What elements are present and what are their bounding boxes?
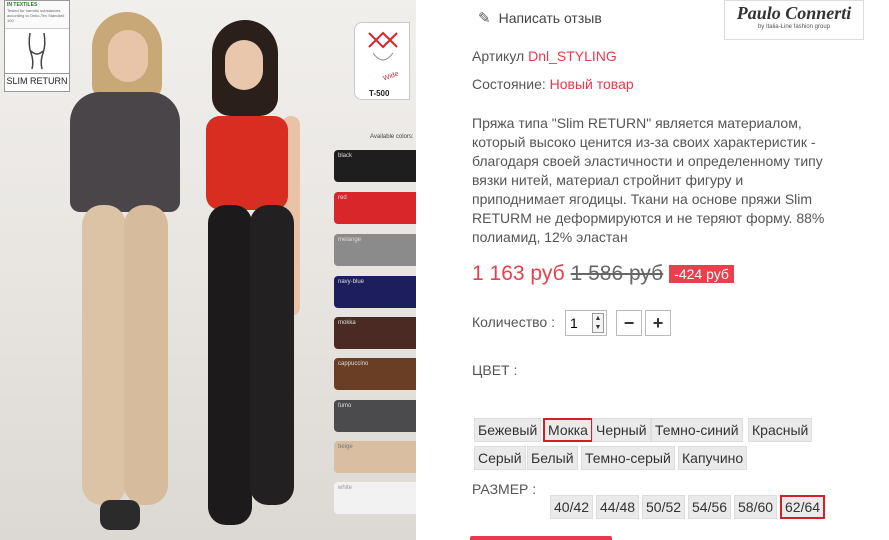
color-option[interactable]: Темно-серый xyxy=(581,446,675,470)
model-blonde-leg xyxy=(82,205,126,505)
swatch-black: black xyxy=(334,150,416,182)
model-blonde-shoe xyxy=(100,500,140,530)
swatch-mokka: mokka xyxy=(334,317,416,349)
brand-tagline: by Italia-Line fashion group xyxy=(757,24,831,30)
color-option[interactable]: Черный xyxy=(592,418,651,442)
condition-row: Состояние: Новый товар xyxy=(472,76,634,92)
price-current: 1 163 руб xyxy=(472,262,565,285)
certificate-block: IN TEXTILES Tested for harmful substance… xyxy=(5,1,69,29)
add-to-cart-button[interactable] xyxy=(470,536,612,540)
swatch-cappuccino: cappuccino xyxy=(334,358,416,390)
article-label: Артикул xyxy=(472,48,525,64)
pencil-icon: ✎ xyxy=(478,10,491,27)
product-description: Пряжа типа "Slim RETURN" является матери… xyxy=(472,115,825,245)
quantity-label: Количество : xyxy=(472,314,555,330)
model-blonde-face xyxy=(108,30,148,82)
quantity-decrease-button[interactable]: − xyxy=(616,310,642,336)
color-option[interactable]: Темно-синий xyxy=(651,418,743,442)
swatch-red: red xyxy=(334,192,416,224)
article-row: Артикул Dnl_STYLING xyxy=(472,48,617,64)
model-brunette-leg xyxy=(208,205,252,525)
figure-icon xyxy=(5,29,69,73)
write-review-label: Написать отзыв xyxy=(498,10,602,26)
condition-label: Состояние: xyxy=(472,76,546,92)
swatch-navy-blue: navy-blue xyxy=(334,276,416,308)
write-review-link[interactable]: ✎ Написать отзыв xyxy=(478,9,602,27)
model-blonde-leg xyxy=(124,205,168,505)
brand-logo[interactable]: Paulo Connerti by Italia-Line fashion gr… xyxy=(724,0,864,40)
quantity-stepper[interactable]: ▲▼ xyxy=(565,310,607,336)
swatch-beige: beige xyxy=(334,441,416,473)
article-value: Dnl_STYLING xyxy=(528,48,617,64)
model-blonde-top xyxy=(70,92,180,212)
price-old: 1 586 руб xyxy=(570,262,664,285)
color-option[interactable]: Серый xyxy=(474,446,526,470)
model-brunette-leg xyxy=(250,205,294,505)
size-option[interactable]: 50/52 xyxy=(642,495,686,519)
size-option[interactable]: 58/60 xyxy=(734,495,778,519)
color-option[interactable]: Капучино xyxy=(678,446,748,470)
model-brunette-face xyxy=(225,40,263,90)
size-label: РАЗМЕР : xyxy=(472,481,537,497)
slim-return-label: IN TEXTILES Tested for harmful substance… xyxy=(4,0,70,92)
swatch-melange: melange xyxy=(334,234,416,266)
size-option-selected[interactable]: 62/64 xyxy=(780,495,826,519)
model-tag: Wide T-500 xyxy=(354,22,410,100)
body-shape-icon xyxy=(368,31,398,61)
color-option-selected[interactable]: Мокка xyxy=(543,418,593,442)
label-text: SLIM RETURN xyxy=(5,73,69,86)
quantity-spin-icon[interactable]: ▲ ▼ xyxy=(592,313,604,333)
discount-badge: -424 руб xyxy=(669,265,734,283)
size-option[interactable]: 40/42 xyxy=(550,495,594,519)
color-label: ЦВЕТ : xyxy=(472,362,518,378)
swatch-white: white xyxy=(334,482,416,514)
model-code: T-500 xyxy=(369,89,390,98)
certificate-text: Tested for harmful substances according … xyxy=(7,8,65,23)
color-option[interactable]: Бежевый xyxy=(474,418,542,442)
brand-name: Paulo Connerti xyxy=(736,3,852,23)
size-option[interactable]: 44/48 xyxy=(596,495,640,519)
swatch-fumo: fumo xyxy=(334,400,416,432)
quantity-increase-button[interactable]: + xyxy=(645,310,671,336)
quantity-input[interactable] xyxy=(566,312,588,334)
product-image[interactable]: IN TEXTILES Tested for harmful substance… xyxy=(0,0,416,540)
model-brunette-top xyxy=(206,116,288,210)
color-option[interactable]: Белый xyxy=(527,446,578,470)
condition-value: Новый товар xyxy=(549,76,634,92)
available-colors-title: Available colors: xyxy=(370,134,414,140)
size-option[interactable]: 54/56 xyxy=(688,495,732,519)
price-block: 1 163 руб 1 586 руб -424 руб xyxy=(472,262,734,286)
color-option[interactable]: Красный xyxy=(748,418,813,442)
